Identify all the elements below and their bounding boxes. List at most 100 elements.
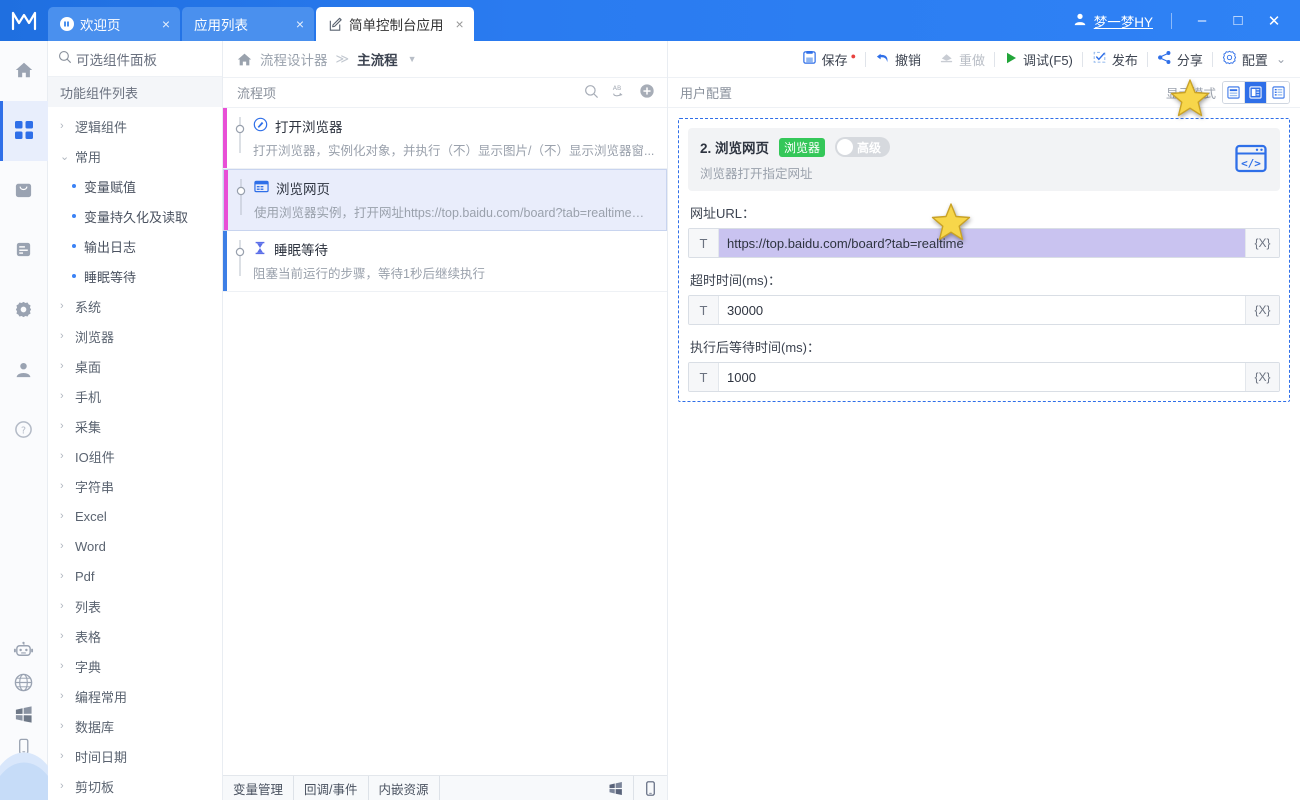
sidebar-item-support[interactable] bbox=[0, 764, 48, 796]
field-row-post-wait[interactable]: T 1000 {X} bbox=[688, 362, 1280, 392]
component-item-output-log[interactable]: 输出日志 bbox=[48, 231, 222, 261]
component-group-logic[interactable]: ›逻辑组件 bbox=[48, 111, 222, 141]
share-button[interactable]: 分享 bbox=[1148, 50, 1212, 69]
sidebar-item-mobile[interactable] bbox=[0, 732, 48, 764]
chevron-down-icon[interactable]: ⌄ bbox=[1276, 52, 1286, 66]
minimize-button[interactable]: – bbox=[1184, 0, 1220, 41]
redo-button[interactable]: 重做 bbox=[930, 50, 994, 69]
tab-simple-console-app[interactable]: 简单控制台应用 × bbox=[316, 7, 474, 41]
chevron-right-icon: › bbox=[60, 780, 68, 792]
post-wait-input[interactable]: 1000 bbox=[719, 363, 1245, 391]
globe-icon bbox=[13, 672, 34, 696]
status-windows-icon[interactable] bbox=[598, 776, 633, 800]
display-mode-detail-button[interactable] bbox=[1267, 82, 1289, 103]
breadcrumb-current[interactable]: 主流程 bbox=[357, 49, 398, 69]
sidebar-item-web[interactable] bbox=[0, 668, 48, 700]
component-group-io[interactable]: ›IO组件 bbox=[48, 441, 222, 471]
url-input[interactable]: https://top.baidu.com/board?tab=realtime bbox=[719, 229, 1245, 257]
tab-welcome-close-icon[interactable]: × bbox=[162, 17, 170, 31]
component-group-table[interactable]: ›表格 bbox=[48, 621, 222, 651]
user-account[interactable]: 梦一梦HY bbox=[1073, 11, 1153, 31]
breadcrumb-root[interactable]: 流程设计器 bbox=[260, 49, 328, 69]
tab-app-list[interactable]: 应用列表 × bbox=[182, 7, 314, 41]
field-type-tag[interactable]: T bbox=[689, 296, 719, 324]
flow-item-list: 打开浏览器 打开浏览器，实例化对象，并执行（不）显示图片/（不）显示浏览器窗..… bbox=[223, 108, 667, 775]
chevron-down-icon[interactable]: ▼ bbox=[408, 54, 417, 64]
save-label: 保存 bbox=[822, 50, 848, 69]
component-group-word[interactable]: ›Word bbox=[48, 531, 222, 561]
component-group-label: 采集 bbox=[75, 417, 101, 436]
display-mode-standard-button[interactable] bbox=[1245, 82, 1267, 103]
component-search[interactable]: 可选组件面板 bbox=[48, 41, 222, 77]
undo-button[interactable]: 撤销 bbox=[866, 50, 930, 69]
debug-button[interactable]: 调试(F5) bbox=[995, 50, 1082, 69]
component-panel: 可选组件面板 功能组件列表 ›逻辑组件 ⌄常用 变量赋值 变量持久化及读取 输出… bbox=[48, 41, 223, 800]
component-group-common[interactable]: ⌄常用 bbox=[48, 141, 222, 171]
sidebar-item-settings[interactable] bbox=[0, 281, 48, 341]
status-tab-callback-events[interactable]: 回调/事件 bbox=[294, 776, 368, 800]
add-icon[interactable] bbox=[639, 83, 655, 102]
timeout-input[interactable]: 30000 bbox=[719, 296, 1245, 324]
component-group-browser[interactable]: ›浏览器 bbox=[48, 321, 222, 351]
component-group-datetime[interactable]: ›时间日期 bbox=[48, 741, 222, 771]
advanced-toggle[interactable]: 高级 bbox=[835, 137, 890, 157]
tab-simple-console-app-close-icon[interactable]: × bbox=[456, 17, 464, 31]
flow-item-browse-page[interactable]: 浏览网页 使用浏览器实例，打开网址https://top.baidu.com/b… bbox=[223, 169, 667, 231]
status-mobile-icon[interactable] bbox=[633, 776, 667, 800]
sidebar-item-documents[interactable] bbox=[0, 221, 48, 281]
chevron-right-icon: › bbox=[60, 720, 68, 732]
component-group-dict[interactable]: ›字典 bbox=[48, 651, 222, 681]
sidebar-item-apps[interactable] bbox=[0, 101, 48, 161]
component-group-collect[interactable]: ›采集 bbox=[48, 411, 222, 441]
sidebar-item-help[interactable]: ? bbox=[0, 401, 48, 461]
sidebar-item-windows[interactable] bbox=[0, 700, 48, 732]
component-group-label: 编程常用 bbox=[75, 687, 127, 706]
maximize-button[interactable]: □ bbox=[1220, 0, 1256, 41]
component-group-string[interactable]: ›字符串 bbox=[48, 471, 222, 501]
expression-button[interactable]: {X} bbox=[1245, 229, 1279, 257]
component-item-sleep-wait[interactable]: 睡眠等待 bbox=[48, 261, 222, 291]
edit-icon bbox=[328, 17, 343, 32]
config-button[interactable]: 配置 ⌄ bbox=[1213, 50, 1290, 69]
component-group-mobile[interactable]: ›手机 bbox=[48, 381, 222, 411]
component-group-pdf[interactable]: ›Pdf bbox=[48, 561, 222, 591]
breadcrumb-home-icon[interactable] bbox=[237, 52, 252, 67]
advanced-toggle-label: 高级 bbox=[857, 139, 881, 156]
sidebar-item-user[interactable] bbox=[0, 341, 48, 401]
component-group-excel[interactable]: ›Excel bbox=[48, 501, 222, 531]
component-group-desktop[interactable]: ›桌面 bbox=[48, 351, 222, 381]
component-group-programming[interactable]: ›编程常用 bbox=[48, 681, 222, 711]
flow-item-sleep-wait[interactable]: 睡眠等待 阻塞当前运行的步骤，等待1秒后继续执行 bbox=[223, 231, 667, 292]
sidebar-item-home[interactable] bbox=[0, 41, 48, 101]
component-group-clipboard[interactable]: ›剪切板 bbox=[48, 771, 222, 800]
windows-icon bbox=[14, 705, 33, 727]
display-mode-compact-button[interactable] bbox=[1223, 82, 1245, 103]
field-type-tag[interactable]: T bbox=[689, 229, 719, 257]
open-browser-icon bbox=[253, 117, 268, 135]
sidebar-item-store[interactable] bbox=[0, 161, 48, 221]
component-group-list[interactable]: ›列表 bbox=[48, 591, 222, 621]
expression-button[interactable]: {X} bbox=[1245, 296, 1279, 324]
component-item-variable-assign[interactable]: 变量赋值 bbox=[48, 171, 222, 201]
publish-button[interactable]: 发布 bbox=[1083, 50, 1147, 69]
close-window-button[interactable]: ✕ bbox=[1256, 0, 1292, 41]
status-tab-variable-manager[interactable]: 变量管理 bbox=[223, 776, 294, 800]
search-icon[interactable] bbox=[584, 84, 599, 102]
flow-connector bbox=[227, 108, 253, 168]
expression-button[interactable]: {X} bbox=[1245, 363, 1279, 391]
flow-item-open-browser[interactable]: 打开浏览器 打开浏览器，实例化对象，并执行（不）显示图片/（不）显示浏览器窗..… bbox=[223, 108, 667, 169]
save-button[interactable]: 保存 ● bbox=[793, 50, 865, 69]
field-row-url[interactable]: T https://top.baidu.com/board?tab=realti… bbox=[688, 228, 1280, 258]
component-group-system[interactable]: ›系统 bbox=[48, 291, 222, 321]
rename-icon[interactable]: AB bbox=[611, 83, 627, 102]
field-type-tag[interactable]: T bbox=[689, 363, 719, 391]
tab-app-list-close-icon[interactable]: × bbox=[296, 17, 304, 31]
title-bar: 欢迎页 × 应用列表 × 简单控制台应用 × 梦一梦HY bbox=[0, 0, 1300, 41]
status-tab-embedded-resources[interactable]: 内嵌资源 bbox=[369, 776, 440, 800]
sidebar-item-robot[interactable] bbox=[0, 636, 48, 668]
field-row-timeout[interactable]: T 30000 {X} bbox=[688, 295, 1280, 325]
tab-welcome[interactable]: 欢迎页 × bbox=[48, 7, 180, 41]
code-icon[interactable]: </> bbox=[1234, 141, 1268, 178]
component-item-variable-persist[interactable]: 变量持久化及读取 bbox=[48, 201, 222, 231]
component-group-database[interactable]: ›数据库 bbox=[48, 711, 222, 741]
